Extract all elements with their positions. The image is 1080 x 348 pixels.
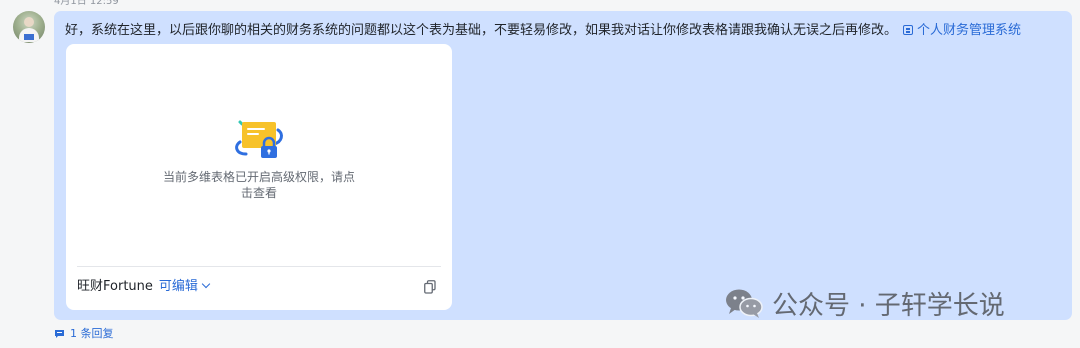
message-timestamp: 4月1日 12:59	[54, 0, 119, 7]
message-bubble: 好，系统在这里，以后跟你聊的相关的财务系统的问题都以这个表为基础，不要轻易修改，…	[54, 11, 1072, 320]
locked-table-icon	[235, 120, 283, 158]
copy-icon[interactable]	[424, 280, 436, 294]
message-content: 好，系统在这里，以后跟你聊的相关的财务系统的问题都以这个表为基础，不要轻易修改，…	[65, 21, 1065, 41]
message-text: 好，系统在这里，以后跟你聊的相关的财务系统的问题都以这个表为基础，不要轻易修改，…	[65, 23, 898, 38]
bitable-link[interactable]: 个人财务管理系统	[897, 23, 1021, 38]
permission-dropdown[interactable]: 可编辑	[158, 279, 211, 294]
card-divider	[77, 266, 441, 267]
doc-icon	[903, 25, 914, 35]
chevron-down-icon	[201, 279, 211, 289]
watermark-text: 公众号 · 子轩学长说	[772, 290, 1005, 321]
bitable-preview-card[interactable]: 当前多维表格已开启高级权限，请点击查看 旺财Fortune 可编辑	[66, 44, 452, 310]
reply-thread-link[interactable]: 1 条回复	[54, 327, 114, 341]
comment-icon	[55, 330, 64, 338]
bitable-link-label: 个人财务管理系统	[917, 23, 1022, 38]
user-avatar[interactable]	[13, 11, 45, 43]
permission-notice[interactable]: 当前多维表格已开启高级权限，请点击查看	[161, 169, 357, 201]
reply-count-label: 1 条回复	[70, 327, 114, 340]
wechat-icon	[726, 289, 763, 318]
card-owner: 旺财Fortune	[77, 279, 153, 294]
watermark: 公众号 · 子轩学长说	[724, 283, 1005, 323]
permission-label: 可编辑	[158, 279, 198, 294]
card-footer: 旺财Fortune 可编辑	[77, 277, 211, 297]
